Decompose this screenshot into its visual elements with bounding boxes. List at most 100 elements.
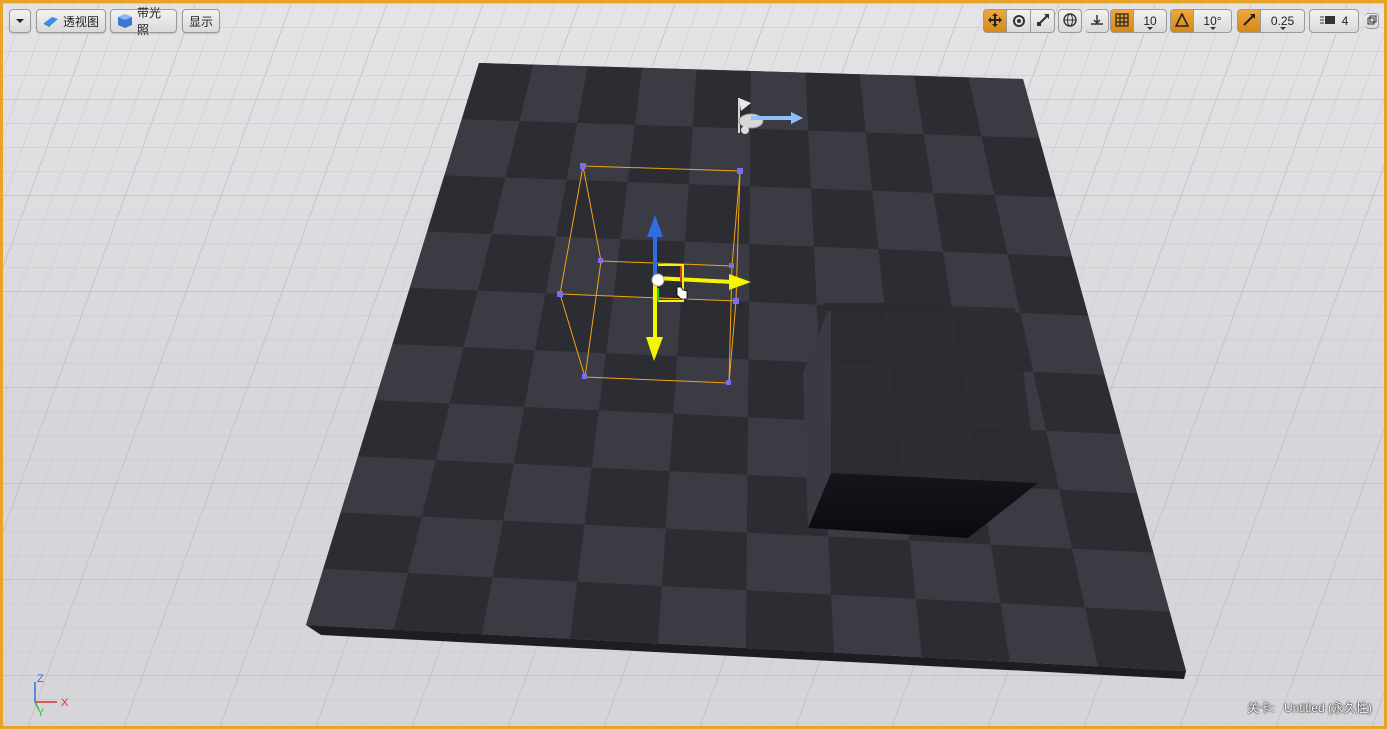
lit-mode-button[interactable]: 带光照 (110, 6, 177, 37)
floor-tile (577, 524, 666, 586)
floor-tile (556, 179, 628, 240)
floor-tile (584, 467, 670, 529)
level-info: 关卡: Untitled (永久性) (1247, 699, 1372, 716)
floor-tile (570, 581, 662, 644)
box-shadow (825, 303, 1038, 483)
floor-tile (1000, 603, 1098, 667)
caret-down-icon (1147, 27, 1153, 30)
rotation-snap-toggle[interactable] (1170, 9, 1194, 33)
floor-tile (746, 590, 834, 653)
rotate-icon (1012, 13, 1026, 30)
surface-snapping-button[interactable] (1085, 9, 1109, 33)
floor-tile (685, 184, 750, 245)
lit-label: 带光照 (137, 6, 162, 37)
floor-tile (750, 128, 812, 189)
floor-tile (658, 586, 747, 648)
show-button[interactable]: 显示 (182, 9, 220, 33)
floor-tile (872, 190, 943, 252)
floor-tile (808, 130, 873, 191)
scale-snap-toggle[interactable] (1237, 9, 1261, 33)
camera-speed-button[interactable]: 4 (1309, 9, 1359, 33)
level-name: Untitled (永久性) (1283, 701, 1372, 715)
floor-tile (665, 471, 748, 533)
floor-tile (669, 413, 748, 475)
floor-tile (748, 301, 820, 363)
move-icon (988, 12, 1002, 30)
scale-snap-value-dropdown[interactable]: 0.25 (1261, 9, 1305, 33)
maximize-viewport-button[interactable] (1365, 13, 1379, 29)
floor-tile (463, 290, 546, 351)
floor-tile (909, 540, 1001, 604)
floor-tile (606, 296, 682, 357)
floor-tile (482, 577, 578, 639)
floor-tile (681, 241, 750, 302)
floor-tile (805, 72, 867, 133)
floor-tile (828, 536, 916, 599)
floor-tile (627, 124, 693, 185)
grid-snap-group: 10 (1110, 9, 1167, 33)
floor-tile (566, 123, 635, 182)
grid-snap-toggle[interactable] (1110, 9, 1134, 33)
perspective-view-button[interactable]: 透视图 (36, 9, 106, 33)
translate-mode-button[interactable] (983, 9, 1007, 33)
world-local-toggle[interactable] (1058, 9, 1082, 33)
floor-tile (394, 573, 493, 635)
floor-tile (811, 188, 879, 250)
caret-down-icon (1209, 27, 1216, 30)
camera-speed-value: 4 (1341, 14, 1349, 28)
angle-icon (1174, 11, 1190, 30)
floor-tile (942, 251, 1021, 313)
level-viewport[interactable]: 透视图 带光照 显示 10 10° 0.25 4 Z X Y 关卡: Untit… (0, 0, 1387, 729)
lit-sphere-icon (117, 13, 133, 29)
floor-tile (634, 67, 697, 127)
viewport-options-button[interactable] (9, 9, 31, 33)
transform-mode-group (983, 9, 1055, 33)
floor-tile (591, 410, 674, 472)
maximize-icon (1367, 14, 1377, 28)
floor-tile (878, 249, 953, 311)
floor-tile (915, 598, 1010, 662)
floor-tile (661, 528, 747, 591)
scale-snap-value: 0.25 (1270, 14, 1295, 28)
floor-tile (513, 407, 599, 468)
floor-tile (534, 293, 614, 354)
floor-tile (435, 403, 525, 464)
floor-tile (613, 239, 686, 299)
floor-tile (831, 594, 922, 658)
rotation-snap-group: 10° (1170, 9, 1232, 33)
scale-mode-button[interactable] (1031, 9, 1055, 33)
floor-tile (577, 66, 643, 125)
grid-icon (1115, 12, 1129, 30)
chevron-down-icon (15, 17, 25, 25)
scale-snap-icon (1242, 13, 1256, 30)
axis-y-label: Y (37, 707, 45, 716)
perspective-icon (43, 15, 59, 27)
floor-tile (813, 246, 885, 308)
floor-tile (990, 544, 1086, 608)
level-label: 关卡: (1247, 701, 1275, 715)
surface-snap-icon (1090, 13, 1104, 30)
floor-tile (545, 236, 621, 297)
floor-tile (503, 463, 592, 525)
axis-indicator: Z X Y (34, 673, 69, 716)
scene-canvas[interactable] (3, 3, 1387, 729)
floor-tile (1085, 607, 1186, 671)
show-label: 显示 (189, 14, 214, 29)
floor-tile (524, 350, 607, 411)
grid-snap-value: 10 (1143, 14, 1157, 28)
globe-icon (1063, 12, 1077, 30)
perspective-label: 透视图 (63, 14, 100, 29)
camera-speed-icon (1319, 14, 1336, 29)
grid-snap-value-dropdown[interactable]: 10 (1134, 9, 1167, 33)
floor-tile (866, 132, 934, 193)
rotate-mode-button[interactable] (1007, 9, 1031, 33)
floor-tile (407, 516, 504, 578)
axis-x-label: X (61, 697, 69, 709)
floor-tile (859, 74, 924, 135)
floor-tile (688, 126, 751, 187)
floor-tile (749, 186, 814, 247)
floor-tile (673, 356, 749, 418)
rotation-snap-value-dropdown[interactable]: 10° (1194, 9, 1232, 33)
scale-snap-group: 0.25 (1237, 9, 1305, 33)
floor-tile (677, 299, 749, 360)
